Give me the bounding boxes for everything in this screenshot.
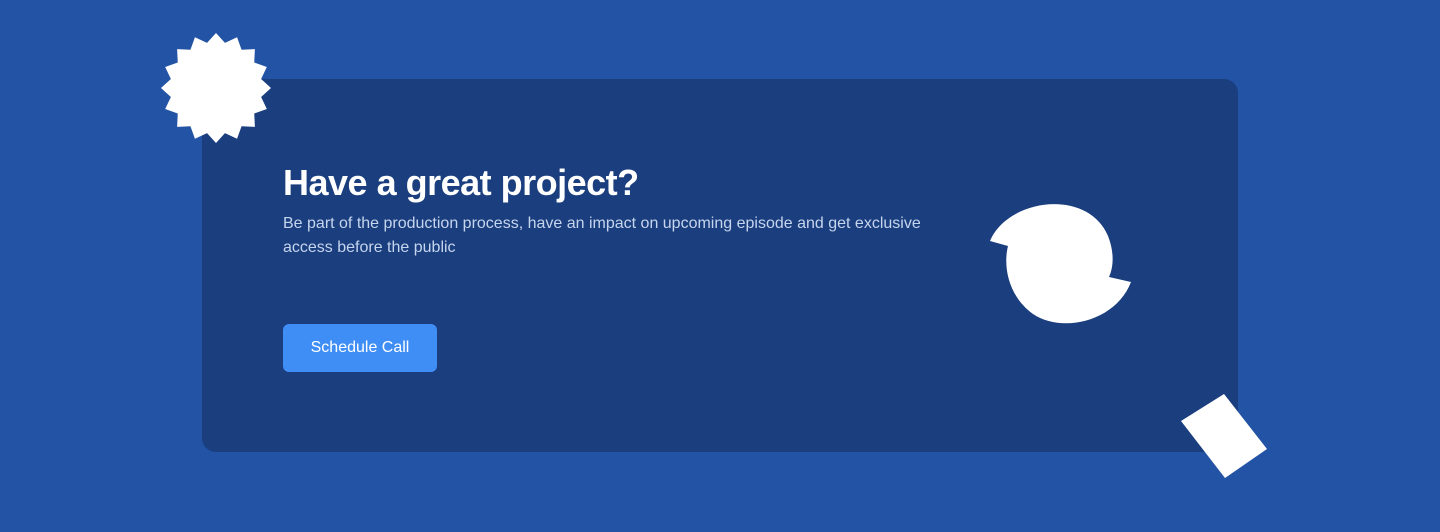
starburst-badge-outline — [161, 33, 271, 143]
schedule-call-button[interactable]: Schedule Call — [283, 324, 437, 372]
notched-circle-shape — [990, 204, 1131, 324]
cta-title: Have a great project? — [283, 162, 639, 203]
rotated-square-shape — [1181, 394, 1267, 478]
starburst-badge-shape — [161, 33, 271, 143]
notched-circle-outline — [990, 204, 1131, 324]
cta-description: Be part of the production process, have … — [283, 215, 921, 256]
rotated-square-outline — [1181, 394, 1267, 478]
